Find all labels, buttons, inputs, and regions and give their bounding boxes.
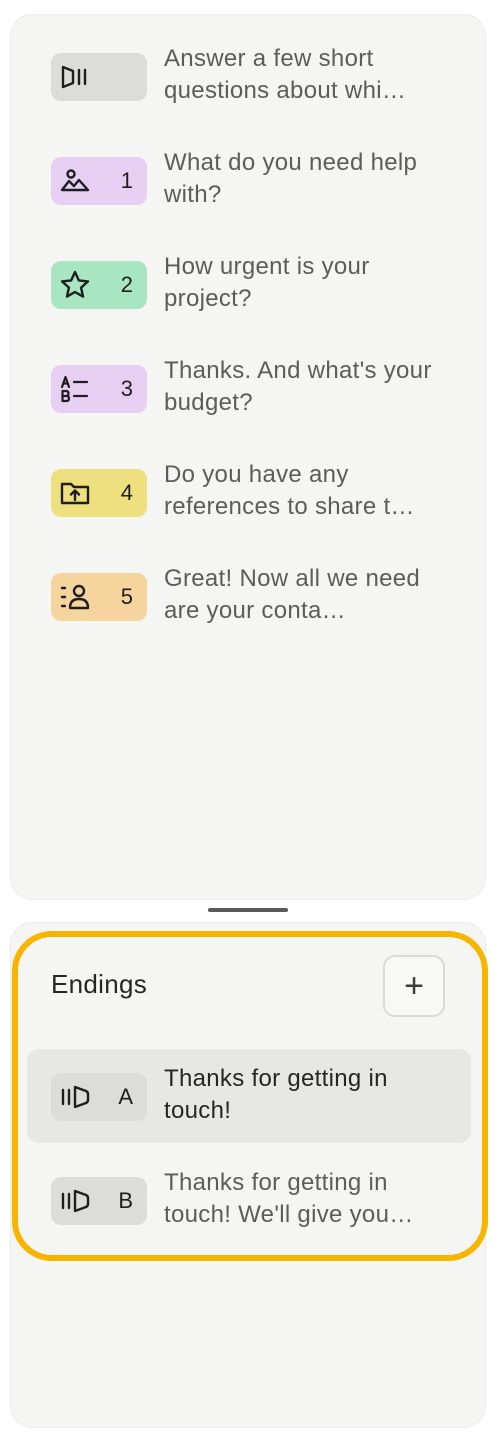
question-text: What do you need help with? xyxy=(164,149,418,208)
star-icon xyxy=(59,269,91,301)
endings-panel: Endings + A Thanks for getting in touch! xyxy=(10,922,486,1428)
contact-info-icon xyxy=(59,581,91,613)
questions-panel: Answer a few short questions about whi… … xyxy=(10,14,486,900)
add-ending-button[interactable]: + xyxy=(383,955,445,1017)
ending-type-badge: B xyxy=(51,1177,147,1225)
ending-screen-icon xyxy=(59,1185,91,1217)
question-number: 4 xyxy=(120,480,133,505)
question-number: 5 xyxy=(120,584,133,609)
question-type-badge: 5 xyxy=(51,573,147,621)
form-structure-sidebar: Answer a few short questions about whi… … xyxy=(0,0,500,1448)
question-text: Answer a few short questions about whi… xyxy=(164,45,407,104)
ending-text: Thanks for getting in touch! We'll give … xyxy=(164,1169,414,1228)
question-item-5[interactable]: 5 Great! Now all we need are your conta… xyxy=(27,549,471,643)
ending-letter: B xyxy=(118,1188,133,1213)
question-number: 2 xyxy=(120,272,133,297)
file-upload-icon xyxy=(59,477,91,509)
question-number: 1 xyxy=(120,168,133,193)
question-type-badge: 3 xyxy=(51,365,147,413)
ending-item-b[interactable]: B Thanks for getting in touch! We'll giv… xyxy=(27,1153,471,1247)
question-type-badge: 2 xyxy=(51,261,147,309)
question-text: Do you have any references to share t… xyxy=(164,461,415,520)
question-item-4[interactable]: 4 Do you have any references to share t… xyxy=(27,445,471,539)
question-type-badge: 1 xyxy=(51,157,147,205)
question-item-welcome[interactable]: Answer a few short questions about whi… xyxy=(27,29,471,123)
question-text: Great! Now all we need are your conta… xyxy=(164,565,421,624)
plus-icon: + xyxy=(404,966,424,1005)
question-item-2[interactable]: 2 How urgent is your project? xyxy=(27,237,471,331)
question-type-badge xyxy=(51,53,147,101)
ending-type-badge: A xyxy=(51,1073,147,1121)
question-number: 3 xyxy=(120,376,133,401)
question-text: Thanks. And what's your budget? xyxy=(164,357,432,416)
picture-choice-icon xyxy=(59,165,91,197)
question-text: How urgent is your project? xyxy=(164,253,370,312)
ending-screen-icon xyxy=(59,1081,91,1113)
ending-item-a[interactable]: A Thanks for getting in touch! xyxy=(27,1049,471,1143)
endings-heading: Endings xyxy=(51,969,148,999)
multiple-choice-icon xyxy=(59,373,91,405)
ending-letter: A xyxy=(118,1084,133,1109)
welcome-screen-icon xyxy=(59,61,91,93)
question-item-3[interactable]: 3 Thanks. And what's your budget? xyxy=(27,341,471,435)
question-type-badge: 4 xyxy=(51,469,147,517)
panel-resize-handle[interactable] xyxy=(208,908,288,912)
ending-text: Thanks for getting in touch! xyxy=(164,1065,388,1124)
question-item-1[interactable]: 1 What do you need help with? xyxy=(27,133,471,227)
